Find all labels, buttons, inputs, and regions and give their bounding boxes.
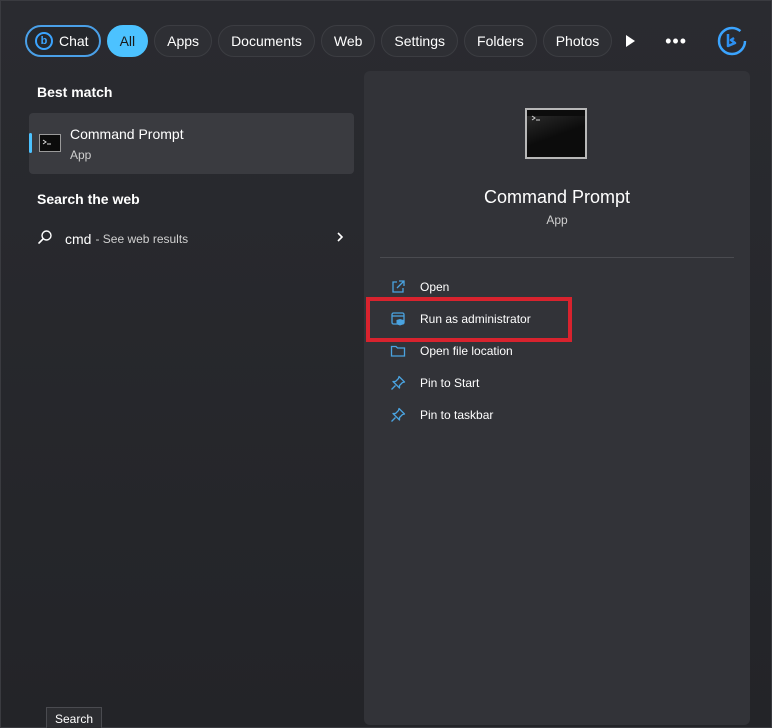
filter-photos[interactable]: Photos xyxy=(542,25,613,57)
filter-folders[interactable]: Folders xyxy=(464,25,537,57)
preview-type: App xyxy=(546,213,568,227)
best-match-result[interactable]: Command Prompt App xyxy=(29,113,354,174)
action-pin-to-taskbar[interactable]: Pin to taskbar xyxy=(390,403,493,427)
chevron-right-icon xyxy=(335,230,345,248)
search-web-heading: Search the web xyxy=(37,191,140,207)
action-open-file-location-label: Open file location xyxy=(420,344,513,358)
filter-chat-label: Chat xyxy=(59,33,89,49)
search-tooltip: Search xyxy=(46,707,102,728)
best-match-name: Command Prompt xyxy=(70,126,184,142)
action-open[interactable]: Open xyxy=(390,275,449,299)
web-hint: - See web results xyxy=(95,232,189,246)
pin-icon xyxy=(390,375,406,391)
command-prompt-icon xyxy=(39,134,61,152)
divider xyxy=(380,257,734,258)
play-icon[interactable] xyxy=(626,35,636,47)
filter-web[interactable]: Web xyxy=(320,25,376,57)
filter-apps[interactable]: Apps xyxy=(154,25,213,57)
preview-panel: Command Prompt App Open Run as administr… xyxy=(364,71,750,725)
filter-bar: b Chat All Apps Documents Web Settings F… xyxy=(25,25,613,57)
bing-chat-icon: b xyxy=(35,32,53,50)
toolbar-right: ••• xyxy=(626,23,747,59)
start-search-panel: b Chat All Apps Documents Web Settings F… xyxy=(0,0,772,728)
action-open-file-location[interactable]: Open file location xyxy=(390,339,513,363)
web-query: cmd xyxy=(65,231,92,247)
action-pin-to-taskbar-label: Pin to taskbar xyxy=(420,408,494,422)
open-external-icon xyxy=(390,279,406,295)
filter-settings[interactable]: Settings xyxy=(381,25,459,57)
filter-all[interactable]: All xyxy=(106,25,149,57)
filter-chat[interactable]: b Chat xyxy=(25,25,101,57)
action-pin-to-start[interactable]: Pin to Start xyxy=(390,371,479,395)
action-pin-to-start-label: Pin to Start xyxy=(420,376,480,390)
folder-icon xyxy=(390,343,406,359)
best-match-type: App xyxy=(70,148,92,162)
pin-icon xyxy=(390,407,406,423)
search-icon xyxy=(37,229,53,250)
highlight-box xyxy=(366,297,572,342)
filter-documents[interactable]: Documents xyxy=(218,25,315,57)
bing-icon[interactable] xyxy=(717,26,747,56)
preview-title: Command Prompt xyxy=(483,187,631,207)
selection-indicator xyxy=(29,133,32,153)
web-result[interactable]: cmd - See web results xyxy=(37,223,345,255)
command-prompt-large-icon xyxy=(525,108,587,159)
best-match-heading: Best match xyxy=(37,84,113,100)
action-open-label: Open xyxy=(420,280,450,294)
more-icon[interactable]: ••• xyxy=(665,32,687,50)
